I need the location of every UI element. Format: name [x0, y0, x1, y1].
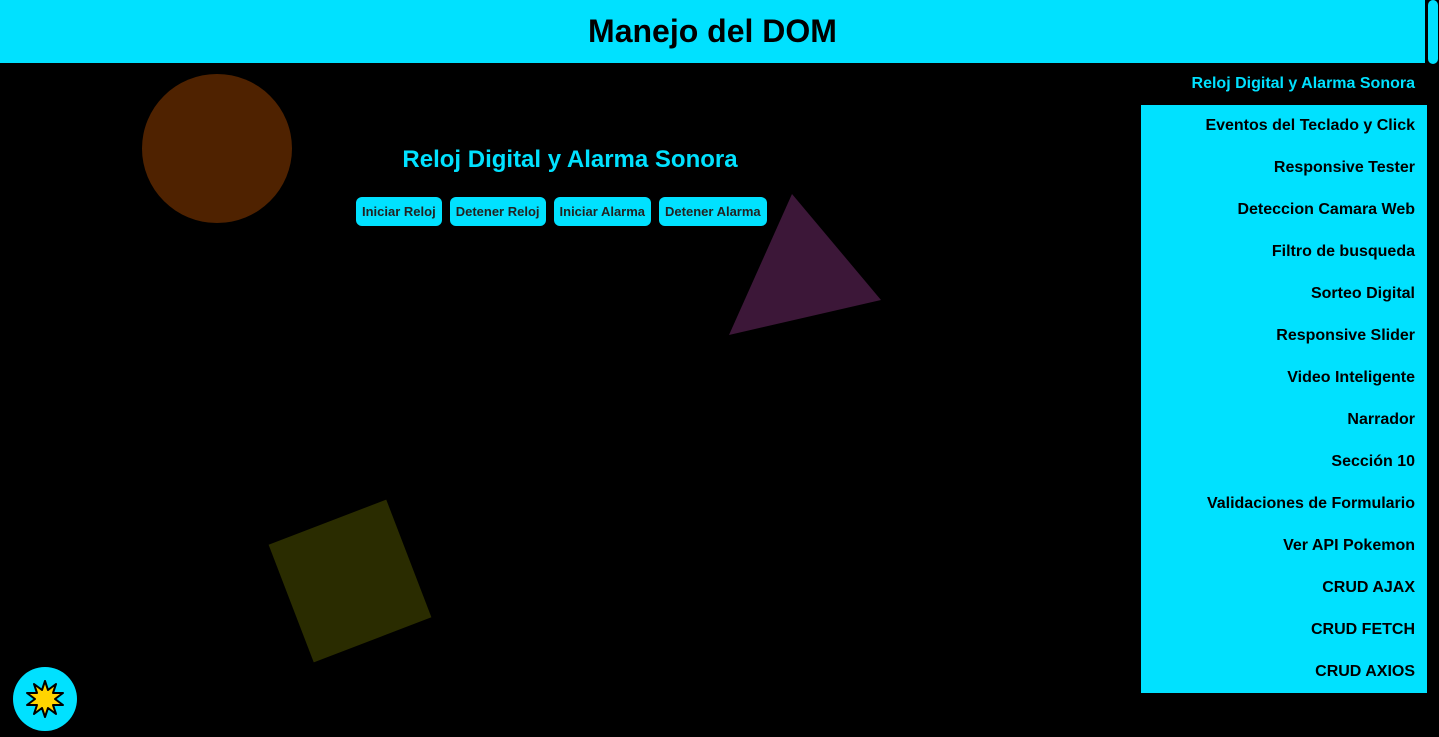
menu-item-crud-fetch[interactable]: CRUD FETCH — [1141, 609, 1427, 651]
menu-item-video-inteligente[interactable]: Video Inteligente — [1141, 357, 1427, 399]
menu-item-api-pokemon[interactable]: Ver API Pokemon — [1141, 525, 1427, 567]
side-menu: Reloj Digital y Alarma Sonora Eventos de… — [1141, 63, 1427, 693]
menu-item-deteccion-camara[interactable]: Deteccion Camara Web — [1141, 189, 1427, 231]
menu-item-narrador[interactable]: Narrador — [1141, 399, 1427, 441]
menu-item-eventos-teclado[interactable]: Eventos del Teclado y Click — [1141, 105, 1427, 147]
start-alarm-button[interactable]: Iniciar Alarma — [553, 197, 652, 226]
menu-item-responsive-tester[interactable]: Responsive Tester — [1141, 147, 1427, 189]
section-title: Reloj Digital y Alarma Sonora — [402, 146, 738, 173]
stop-alarm-button[interactable]: Detener Alarma — [659, 197, 767, 226]
menu-item-filtro-busqueda[interactable]: Filtro de busqueda — [1141, 231, 1427, 273]
stop-clock-button[interactable]: Detener Reloj — [449, 197, 546, 226]
menu-item-crud-axios[interactable]: CRUD AXIOS — [1141, 651, 1427, 693]
start-clock-button[interactable]: Iniciar Reloj — [356, 197, 442, 226]
menu-item-responsive-slider[interactable]: Responsive Slider — [1141, 315, 1427, 357]
menu-item-seccion-10[interactable]: Sección 10 — [1141, 441, 1427, 483]
menu-item-validaciones-formulario[interactable]: Validaciones de Formulario — [1141, 483, 1427, 525]
theme-toggle-button[interactable] — [13, 667, 77, 731]
menu-item-sorteo-digital[interactable]: Sorteo Digital — [1141, 273, 1427, 315]
sun-icon — [26, 680, 64, 718]
menu-item-reloj-digital[interactable]: Reloj Digital y Alarma Sonora — [1141, 63, 1427, 105]
clock-controls: Iniciar Reloj Detener Reloj Iniciar Alar… — [356, 197, 767, 226]
menu-item-crud-ajax[interactable]: CRUD AJAX — [1141, 567, 1427, 609]
